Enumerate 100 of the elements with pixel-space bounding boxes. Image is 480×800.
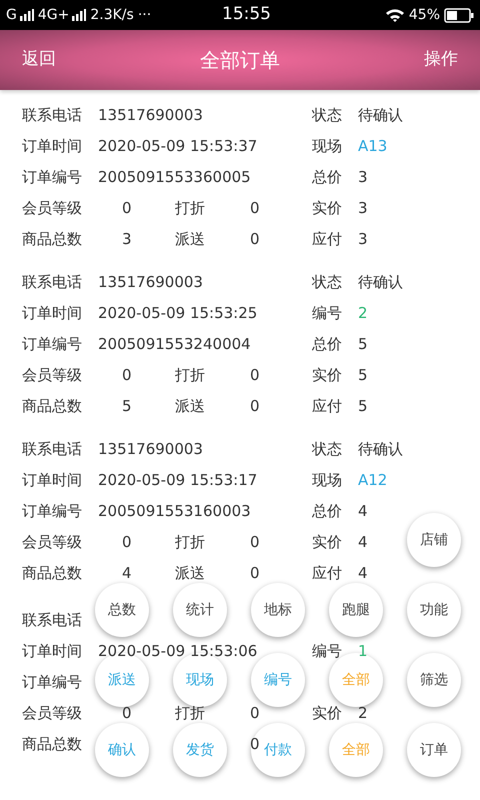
field-label: 应付 — [312, 564, 342, 582]
field-label: 状态 — [312, 273, 342, 292]
field-label: 会员等级 — [22, 533, 82, 552]
field-label: 订单编号 — [22, 335, 82, 354]
field-label: 总价 — [312, 335, 342, 354]
field-value: 3 — [358, 199, 368, 218]
field-label: 派送 — [175, 397, 205, 416]
field-label: 联系电话 — [22, 106, 82, 124]
field-label: 联系电话 — [22, 440, 82, 458]
field-value: 2 — [358, 704, 368, 722]
field-label: 打折 — [175, 366, 205, 384]
status-text: 4G+ — [38, 6, 70, 24]
floating-round-button[interactable]: 总数 — [95, 583, 149, 637]
field-label: 打折 — [175, 533, 205, 552]
page-title: 全部订单 — [200, 47, 280, 74]
back-button[interactable]: 返回 — [22, 47, 56, 73]
field-label: 应付 — [312, 397, 342, 416]
field-value: 0 — [122, 366, 132, 384]
field-label: 总价 — [312, 502, 342, 520]
field-value: 5 — [358, 397, 368, 416]
field-label: 联系电话 — [22, 611, 82, 630]
field-value: 待确认 — [358, 273, 403, 292]
field-label: 编号 — [312, 304, 342, 322]
field-value: 0 — [250, 397, 260, 416]
field-label: 会员等级 — [22, 199, 82, 218]
signal-icon — [20, 9, 34, 21]
battery-icon — [444, 8, 474, 22]
floating-round-button[interactable]: 统计 — [173, 583, 227, 637]
floating-round-button[interactable]: 地标 — [251, 583, 305, 637]
field-value: 13517690003 — [98, 273, 203, 292]
floating-round-button[interactable]: 跑腿 — [329, 583, 383, 637]
field-value: 4 — [358, 502, 368, 520]
field-value: 0 — [250, 735, 260, 754]
field-label: 订单时间 — [22, 471, 82, 490]
field-value: 0 — [250, 230, 260, 248]
field-value: 2005091553360005 — [98, 168, 251, 186]
field-value: 0 — [250, 199, 260, 218]
field-label: 订单编号 — [22, 502, 82, 520]
signal-icon — [72, 9, 86, 21]
field-value: 2 — [358, 304, 368, 322]
field-label: 应付 — [312, 230, 342, 248]
floating-round-button[interactable]: 订单 — [407, 723, 461, 777]
wifi-icon — [384, 8, 405, 22]
field-value: 0 — [250, 366, 260, 384]
field-label: 会员等级 — [22, 704, 82, 722]
field-value: 0 — [250, 564, 260, 582]
field-value: 5 — [122, 397, 132, 416]
field-value: 0 — [122, 199, 132, 218]
field-label: 状态 — [312, 106, 342, 124]
field-value: 0 — [250, 533, 260, 552]
field-label: 总价 — [312, 168, 342, 186]
field-label: 联系电话 — [22, 273, 82, 292]
field-label: 实价 — [312, 366, 342, 384]
field-value: 0 — [122, 704, 132, 722]
floating-round-button[interactable]: 发货 — [173, 723, 227, 777]
floating-round-button[interactable]: 确认 — [95, 723, 149, 777]
field-label: 商品总数 — [22, 735, 82, 754]
field-label: 商品总数 — [22, 397, 82, 416]
field-label: 派送 — [175, 230, 205, 248]
field-value: 待确认 — [358, 106, 403, 124]
field-value: 13517690003 — [98, 440, 203, 458]
field-value: 5 — [358, 335, 368, 354]
field-label: 现场 — [312, 471, 342, 490]
action-button[interactable]: 操作 — [424, 47, 458, 73]
field-label: 会员等级 — [22, 366, 82, 384]
field-label: 打折 — [175, 704, 205, 722]
field-value: 4 — [358, 533, 368, 552]
field-label: 现场 — [312, 137, 342, 156]
field-value: 待确认 — [358, 440, 403, 458]
field-label: 实价 — [312, 199, 342, 218]
field-value: 3 — [358, 168, 368, 186]
field-value: 0 — [122, 533, 132, 552]
field-value: 3 — [358, 230, 368, 248]
floating-round-button[interactable]: 功能 — [407, 583, 461, 637]
field-value: 3 — [122, 230, 132, 248]
floating-round-button[interactable]: 店铺 — [407, 513, 461, 567]
field-label: 订单时间 — [22, 304, 82, 322]
field-value: 0 — [250, 704, 260, 722]
field-label: 实价 — [312, 704, 342, 722]
field-label: 订单时间 — [22, 642, 82, 660]
field-label: 商品总数 — [22, 564, 82, 582]
field-value: 2005091553160003 — [98, 502, 251, 520]
field-value: 13517690003 — [98, 106, 203, 124]
status-text: G — [6, 6, 17, 24]
field-value: 5 — [358, 366, 368, 384]
battery-percent: 45% — [408, 6, 440, 24]
field-label: 派送 — [175, 564, 205, 582]
clock: 15:55 — [222, 3, 271, 26]
field-label: 商品总数 — [22, 230, 82, 248]
floating-round-button[interactable]: 筛选 — [407, 653, 461, 707]
field-value: A12 — [358, 471, 388, 490]
field-value: 2020-05-09 15:53:37 — [98, 137, 258, 156]
field-label: 打折 — [175, 199, 205, 218]
field-label: 订单编号 — [22, 168, 82, 186]
status-text: ··· — [138, 6, 152, 24]
field-label: 订单编号 — [22, 673, 82, 692]
field-value: 4 — [122, 564, 132, 582]
field-value: A13 — [358, 137, 388, 156]
field-label: 实价 — [312, 533, 342, 552]
field-label: 订单时间 — [22, 137, 82, 156]
